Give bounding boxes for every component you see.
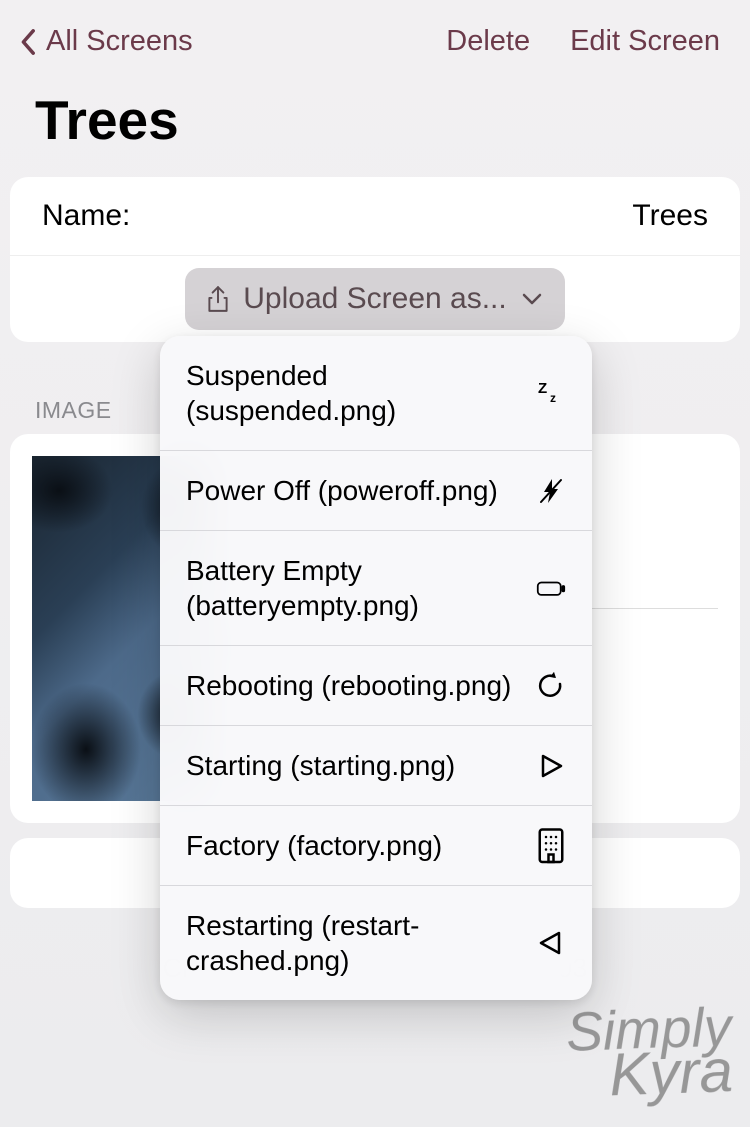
back-label: All Screens: [46, 25, 193, 58]
chevron-left-icon: [20, 28, 38, 56]
dropdown-item-label: Suspended (suspended.png): [186, 358, 521, 428]
building-icon: [536, 831, 566, 861]
dropdown-item-label: Starting (starting.png): [186, 748, 521, 783]
upload-button-label: Upload Screen as...: [243, 282, 506, 316]
upload-section: Upload Screen as...: [10, 256, 740, 342]
dropdown-item-rebooting[interactable]: Rebooting (rebooting.png): [160, 646, 592, 726]
dropdown-item-poweroff[interactable]: Power Off (poweroff.png): [160, 451, 592, 531]
edit-screen-button[interactable]: Edit Screen: [570, 25, 720, 58]
svg-text:z: z: [550, 391, 556, 405]
name-label: Name:: [42, 199, 130, 233]
upload-dropdown-menu: Suspended (suspended.png) Zz Power Off (…: [160, 336, 592, 1000]
flash-off-icon: [536, 476, 566, 506]
dropdown-item-restarting[interactable]: Restarting (restart-crashed.png): [160, 886, 592, 1000]
page-title: Trees: [0, 73, 750, 162]
watermark-line-1: Simply: [565, 1003, 732, 1055]
dropdown-item-label: Restarting (restart-crashed.png): [186, 908, 521, 978]
navigation-bar: All Screens Delete Edit Screen: [0, 0, 750, 73]
reload-icon: [536, 671, 566, 701]
battery-empty-icon: [536, 573, 566, 603]
watermark: Simply Kyra: [565, 1003, 733, 1101]
play-back-icon: [536, 928, 566, 958]
name-value: Trees: [632, 199, 708, 233]
dropdown-item-starting[interactable]: Starting (starting.png): [160, 726, 592, 806]
name-card: Name: Trees Upload Screen as...: [10, 177, 740, 342]
dropdown-item-suspended[interactable]: Suspended (suspended.png) Zz: [160, 336, 592, 451]
svg-text:Z: Z: [538, 380, 547, 397]
dropdown-item-label: Battery Empty (batteryempty.png): [186, 553, 521, 623]
sleep-icon: Zz: [536, 378, 566, 408]
delete-button[interactable]: Delete: [446, 25, 530, 58]
name-row: Name: Trees: [10, 177, 740, 256]
back-button[interactable]: All Screens: [20, 25, 193, 58]
nav-actions: Delete Edit Screen: [446, 25, 720, 58]
upload-screen-button[interactable]: Upload Screen as...: [185, 268, 564, 330]
dropdown-item-label: Rebooting (rebooting.png): [186, 668, 521, 703]
share-icon: [207, 285, 229, 313]
dropdown-item-battery-empty[interactable]: Battery Empty (batteryempty.png): [160, 531, 592, 646]
watermark-line-2: Kyra: [567, 1045, 734, 1102]
dropdown-item-label: Factory (factory.png): [186, 828, 521, 863]
dropdown-item-label: Power Off (poweroff.png): [186, 473, 521, 508]
play-icon: [536, 751, 566, 781]
dropdown-item-factory[interactable]: Factory (factory.png): [160, 806, 592, 886]
chevron-down-icon: [521, 292, 543, 306]
